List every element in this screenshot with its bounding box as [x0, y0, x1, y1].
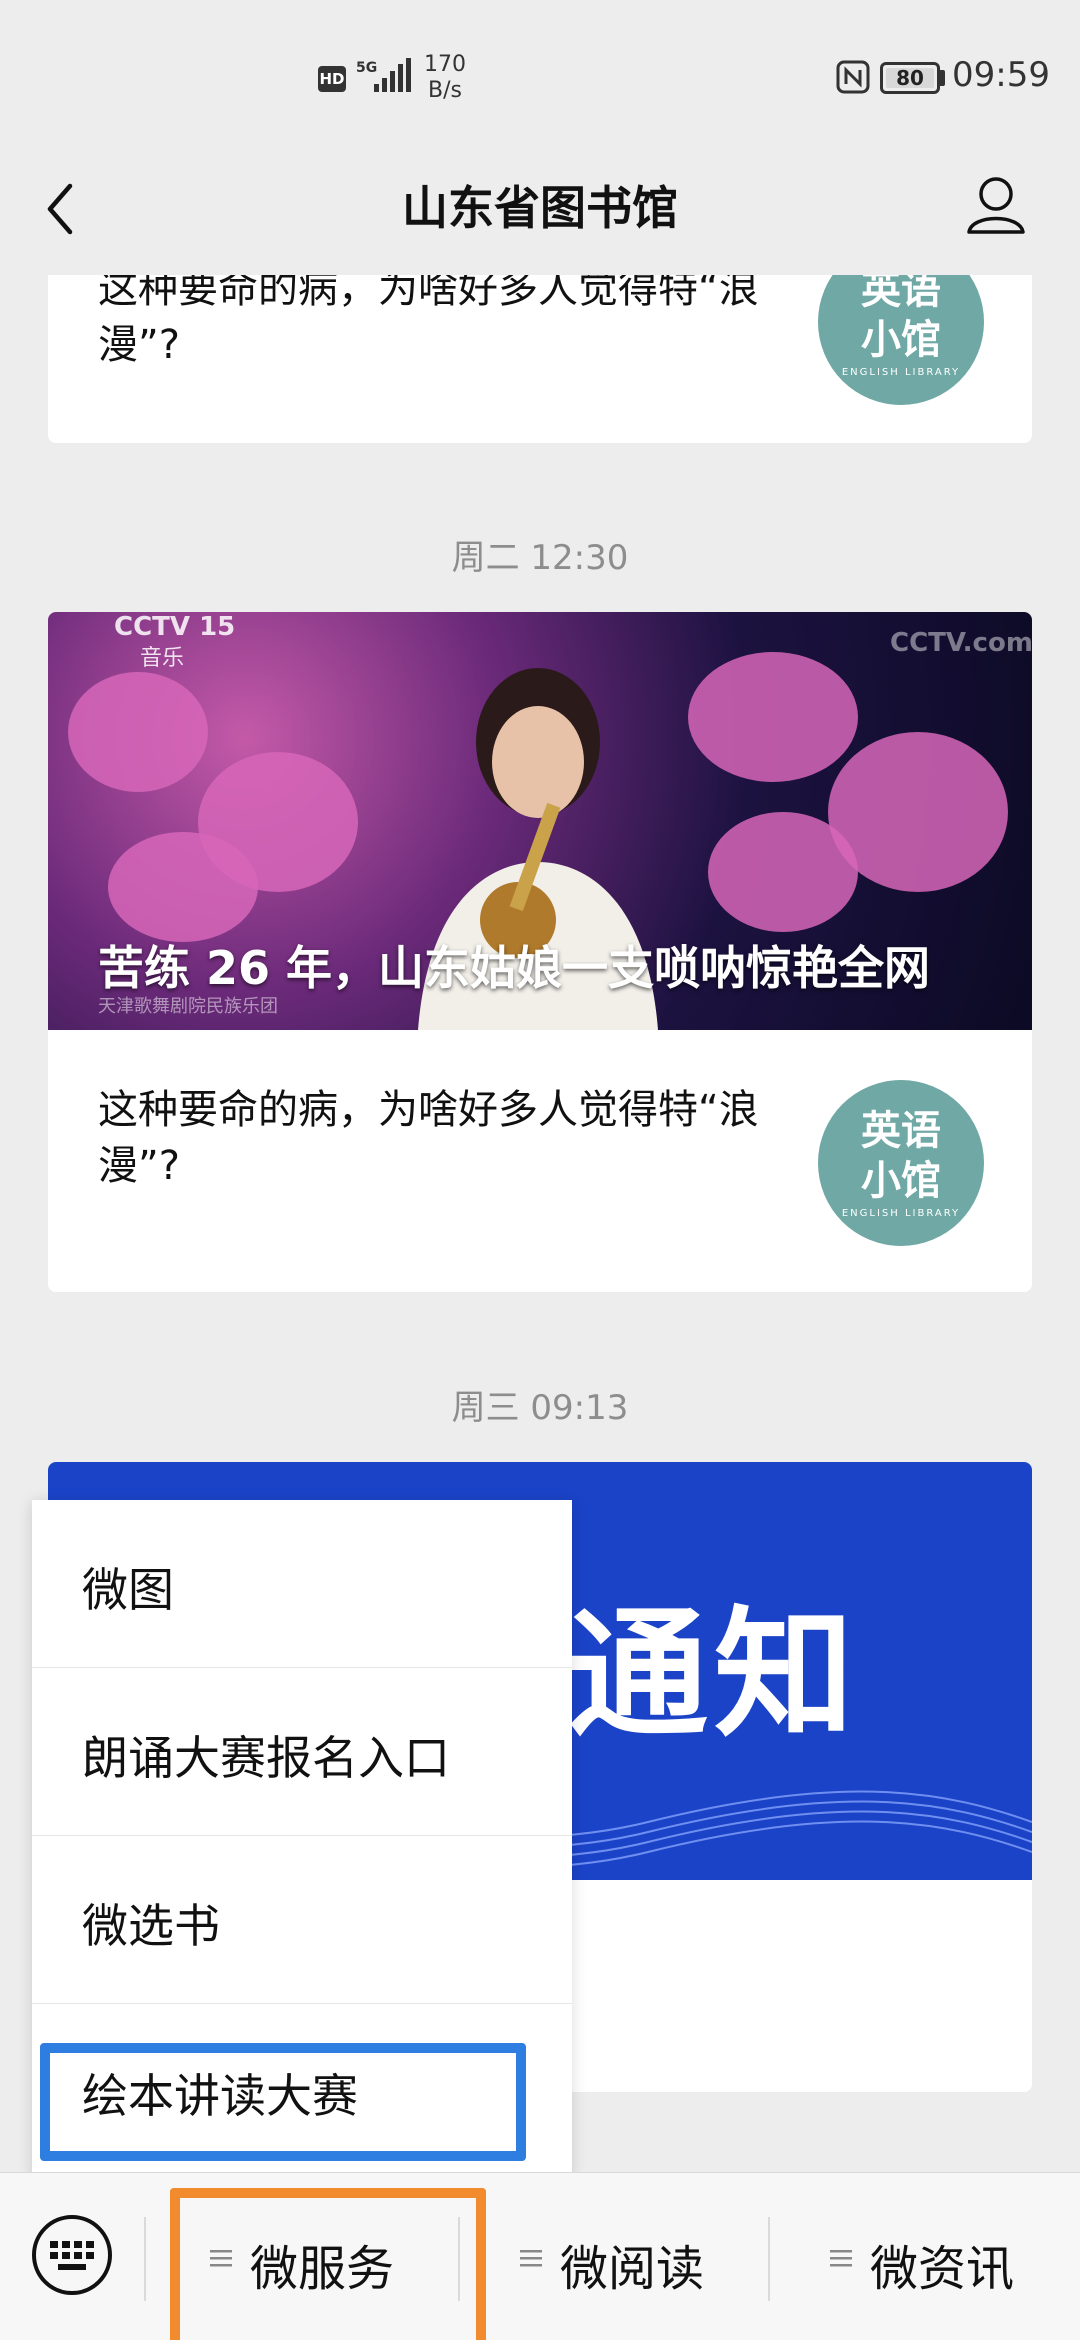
channel-watermark: CCTV.com: [890, 628, 1032, 658]
message-timestamp: 周二 12:30: [451, 538, 629, 578]
menu-item-label: 朗诵大赛报名入口: [82, 1731, 450, 1785]
status-bar: HD 5G 170 B/s 80 09:59: [0, 0, 1080, 150]
signal-strength-icon: [374, 58, 411, 92]
blossom-decoration: [708, 812, 858, 932]
channel-logo: CCTV 15: [114, 612, 236, 642]
article-card[interactable]: 这种要命的病，为啥好多人觉得特“浪漫”? 英语 小馆 ENGLISH LIBRA…: [48, 275, 1032, 443]
hd-voice-icon: HD: [318, 66, 346, 92]
page-title: 山东省图书馆: [402, 181, 678, 235]
video-cover-image[interactable]: CCTV 15 音乐 CCTV.com 苦练 26 年，山东姑娘一支唢呐惊艳全网…: [48, 612, 1032, 1030]
tab-micro-reading[interactable]: 微阅读: [460, 2173, 768, 2340]
banner-title: 通知: [568, 1594, 861, 1757]
blossom-decoration: [68, 672, 208, 792]
user-profile-icon[interactable]: [964, 170, 1028, 240]
article-title: 这种要命的病，为啥好多人觉得特“浪漫”?: [98, 1087, 759, 1189]
battery-level: 80: [886, 68, 934, 88]
menu-item-label: 微选书: [82, 1899, 220, 1953]
article-thumbnail: 英语 小馆 ENGLISH LIBRARY: [818, 275, 984, 405]
article-thumbnail: 英语 小馆 ENGLISH LIBRARY: [818, 1080, 984, 1246]
service-submenu: 微图 朗诵大赛报名入口 微选书 绘本讲读大赛: [32, 1500, 572, 2180]
thumbnail-text-line2: 小馆: [861, 1158, 941, 1204]
tab-label: 微资讯: [870, 2241, 1015, 2297]
tab-label: 微阅读: [560, 2241, 705, 2297]
blossom-decoration: [108, 832, 258, 942]
menu-lines-icon: [830, 2250, 852, 2267]
blossom-decoration: [688, 652, 858, 782]
thumbnail-text-line3: ENGLISH LIBRARY: [841, 367, 961, 378]
menu-item-recitation-registration[interactable]: 朗诵大赛报名入口: [32, 1668, 572, 1836]
video-title: 苦练 26 年，山东姑娘一支唢呐惊艳全网: [98, 941, 931, 995]
article-row[interactable]: 这种要命的病，为啥好多人觉得特“浪漫”? 英语 小馆 ENGLISH LIBRA…: [48, 1030, 1032, 1292]
channel-subtitle: 音乐: [140, 646, 185, 671]
highlight-box: [40, 2043, 526, 2161]
thumbnail-text-line1: 英语: [861, 1108, 941, 1154]
video-article-card[interactable]: CCTV 15 音乐 CCTV.com 苦练 26 年，山东姑娘一支唢呐惊艳全网…: [48, 612, 1032, 1292]
bottom-menu-bar: 微服务 微阅读 微资讯: [0, 2172, 1080, 2340]
thumbnail-text-line3: ENGLISH LIBRARY: [841, 1208, 961, 1219]
menu-item-book-selection[interactable]: 微选书: [32, 1836, 572, 2004]
battery-tip: [940, 70, 945, 86]
keyboard-icon[interactable]: [30, 2213, 114, 2297]
menu-item-weitu[interactable]: 微图: [32, 1500, 572, 1668]
clock: 09:59: [952, 55, 1050, 95]
network-speed-unit: B/s: [428, 78, 462, 103]
app-header: 山东省图书馆: [0, 150, 1080, 275]
menu-item-label: 微图: [82, 1563, 174, 1617]
tab-micro-news[interactable]: 微资讯: [770, 2173, 1080, 2340]
battery-icon: 80: [880, 62, 940, 94]
article-title: 这种要命的病，为啥好多人觉得特“浪漫”?: [98, 275, 759, 368]
thumbnail-text-line2: 小馆: [861, 317, 941, 363]
video-credit: 天津歌舞剧院民族乐团: [98, 996, 278, 1017]
network-speed-value: 170: [424, 52, 466, 77]
highlight-box: [170, 2188, 486, 2340]
wechat-official-account-page: HD 5G 170 B/s 80 09:59 山东省图书馆 这种要命的病，为啥好…: [0, 0, 1080, 2340]
nfc-icon: [836, 60, 870, 94]
thumbnail-text-line1: 英语: [861, 275, 941, 313]
network-speed: 170 B/s: [424, 52, 466, 104]
message-timestamp: 周三 09:13: [451, 1388, 629, 1428]
menu-lines-icon: [520, 2250, 542, 2267]
